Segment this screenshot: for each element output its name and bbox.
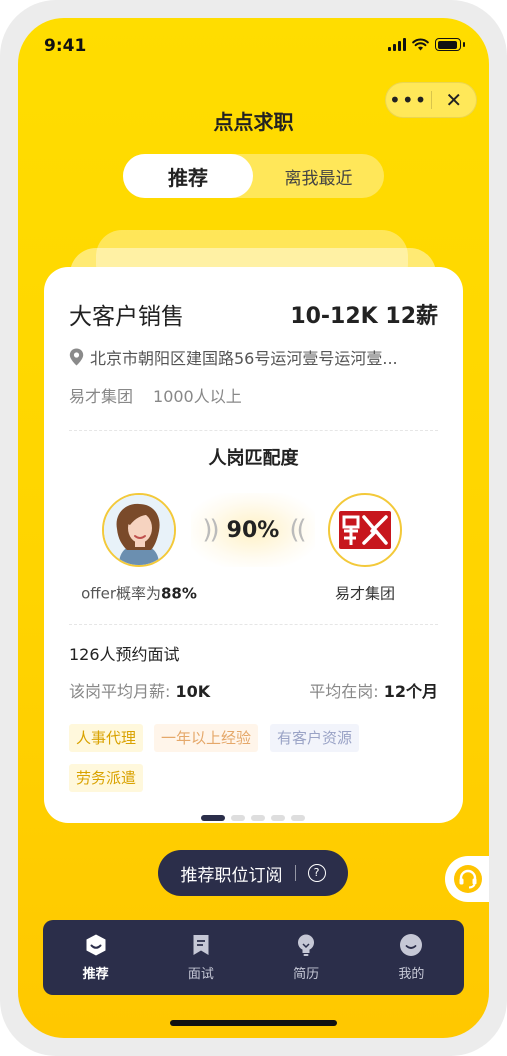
divider <box>69 624 438 625</box>
help-icon[interactable]: ? <box>307 864 326 882</box>
card-pagination <box>201 815 305 821</box>
feed-segmented-control: 推荐 离我最近 <box>123 154 384 198</box>
match-percent: 90% <box>226 517 280 543</box>
interview-count: 126人预约面试 <box>69 645 180 664</box>
average-salary: 该岗平均月薪: 10K <box>69 678 210 702</box>
job-salary: 10-12K 12薪 <box>290 304 438 329</box>
signal-icon <box>388 38 406 51</box>
status-bar: 9:41 <box>18 18 489 72</box>
app-screen: 9:41 点点求职 ••• ✕ 推荐 离我最近 大客户销售 10-12K 12薪… <box>18 18 489 1038</box>
lightbulb-icon <box>298 934 315 956</box>
home-indicator <box>170 1020 337 1026</box>
tag: 有客户资源 <box>270 724 360 752</box>
user-avatar <box>102 493 176 567</box>
pagination-dot <box>251 815 265 821</box>
avg-salary-label: 该岗平均月薪: <box>69 682 171 701</box>
company-row: 易才集团 1000人以上 <box>69 383 242 407</box>
subscribe-divider <box>294 865 296 881</box>
status-time: 9:41 <box>44 36 87 56</box>
location-pin-icon <box>69 348 84 366</box>
subscribe-label: 推荐职位订阅 <box>180 865 283 886</box>
bottom-tab-bar: 推荐 面试 简历 我的 <box>43 920 464 995</box>
address-row: 北京市朝阳区建国路56号运河壹号运河壹... <box>69 345 434 369</box>
close-icon[interactable]: ✕ <box>432 90 477 110</box>
match-score: )) 90% (( <box>191 493 315 567</box>
tab-label: 我的 <box>398 967 425 982</box>
tag: 一年以上经验 <box>154 724 259 752</box>
job-subscription-button[interactable]: 推荐职位订阅 ? <box>158 850 348 896</box>
avg-tenure-value: 12个月 <box>383 682 438 701</box>
phone-frame: 9:41 点点求职 ••• ✕ 推荐 离我最近 大客户销售 10-12K 12薪… <box>0 0 507 1056</box>
customer-service-button[interactable] <box>445 856 489 902</box>
company-name: 易才集团 <box>69 387 134 406</box>
tag: 劳务派遣 <box>69 764 144 792</box>
company-logo-label: 易才集团 <box>334 584 395 603</box>
smile-icon <box>86 934 106 956</box>
pagination-dot <box>291 815 305 821</box>
more-icon[interactable]: ••• <box>386 90 431 110</box>
battery-tip <box>463 42 465 47</box>
company-size: 1000人以上 <box>153 387 242 406</box>
profile-icon <box>400 934 423 956</box>
tag: 人事代理 <box>69 724 144 752</box>
tab-label: 面试 <box>187 967 214 982</box>
avg-salary-value: 10K <box>175 682 211 701</box>
pagination-dot <box>231 815 245 821</box>
headset-icon <box>454 865 482 893</box>
user-portrait <box>104 495 174 565</box>
signal-wave-left-icon: )) <box>202 515 219 545</box>
job-address: 北京市朝阳区建国路56号运河壹号运河壹... <box>90 349 398 368</box>
job-card[interactable]: 大客户销售 10-12K 12薪 北京市朝阳区建国路56号运河壹号运河壹... … <box>44 267 463 823</box>
job-title: 大客户销售 <box>69 304 184 330</box>
tab-nearby[interactable]: 离我最近 <box>253 154 384 198</box>
match-title: 人岗匹配度 <box>208 448 299 469</box>
miniprogram-capsule: ••• ✕ <box>385 82 477 118</box>
tabbar-item-profile[interactable]: 我的 <box>359 920 464 995</box>
tab-label: 推荐 <box>82 967 109 982</box>
battery-icon <box>435 38 461 51</box>
tabbar-item-interview[interactable]: 面试 <box>148 920 253 995</box>
offer-prefix: offer概率为 <box>81 584 161 603</box>
tab-label: 简历 <box>293 967 320 982</box>
pagination-dot <box>271 815 285 821</box>
tabbar-item-recommend[interactable]: 推荐 <box>43 920 148 995</box>
avg-tenure-label: 平均在岗: <box>309 682 379 701</box>
offer-probability: offer概率为88% <box>59 583 219 604</box>
offer-value: 88% <box>161 584 197 603</box>
pagination-dot-active <box>201 815 225 821</box>
tabbar-item-resume[interactable]: 简历 <box>254 920 359 995</box>
company-logo-icon <box>339 511 391 549</box>
company-logo <box>328 493 402 567</box>
signal-wave-right-icon: (( <box>289 515 306 545</box>
tab-recommend[interactable]: 推荐 <box>123 154 253 198</box>
status-icons <box>388 38 465 51</box>
average-tenure: 平均在岗: 12个月 <box>309 678 438 702</box>
divider <box>69 430 438 431</box>
bookmark-icon <box>193 935 209 955</box>
wifi-icon <box>412 38 429 51</box>
